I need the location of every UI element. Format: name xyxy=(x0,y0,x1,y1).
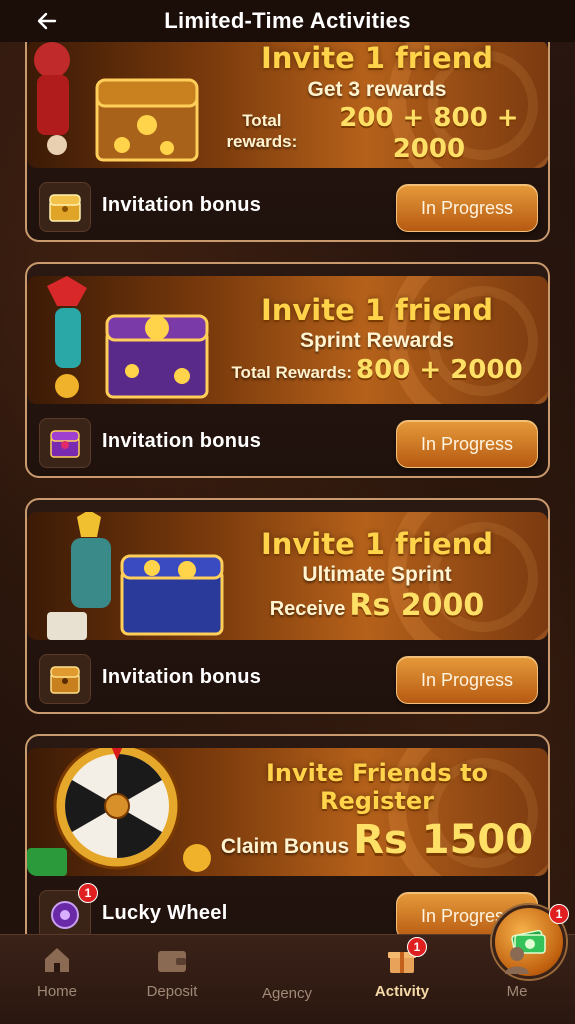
banner-subtitle: Get 3 rewards xyxy=(307,77,447,101)
gem-chest-icon xyxy=(39,418,91,468)
banner-subtitle: Ultimate Sprint xyxy=(302,563,452,587)
treasure-chest-art xyxy=(34,42,199,162)
back-arrow-icon xyxy=(37,12,57,30)
tab-label: Me xyxy=(506,983,528,1000)
home-icon xyxy=(40,943,74,977)
tab-label: Agency xyxy=(261,985,313,1002)
banner-subtitle: Claim Bonus xyxy=(220,834,350,858)
wallet-icon xyxy=(155,943,189,977)
tab-label: Activity xyxy=(374,983,430,1000)
activity-banner[interactable]: Invite 1 friend Sprint Rewards Total Rew… xyxy=(27,276,548,404)
tab-agency[interactable]: 1 Agency xyxy=(242,904,569,1005)
banner-total-label: Receive xyxy=(269,598,346,621)
header: Limited-Time Activities xyxy=(0,0,575,42)
banner-total-value: Rs 2000 xyxy=(349,588,485,624)
row-label: Invitation bonus xyxy=(102,666,262,688)
activity-row: Invitation bonus In Progress xyxy=(27,640,548,712)
activity-card[interactable]: Invite 1 friend Ultimate Sprint Receive … xyxy=(25,498,550,714)
tab-deposit[interactable]: Deposit xyxy=(127,943,217,1013)
gold-chest-icon xyxy=(39,182,91,232)
notification-badge: 1 xyxy=(549,904,569,924)
row-label: Invitation bonus xyxy=(102,430,262,452)
activity-card[interactable]: Invite 1 friend Sprint Rewards Total Rew… xyxy=(25,262,550,478)
in-progress-button[interactable]: In Progress xyxy=(396,656,538,704)
banner-subtitle: Sprint Rewards xyxy=(299,329,455,353)
treasure-chest-art xyxy=(47,276,209,399)
in-progress-button[interactable]: In Progress xyxy=(396,420,538,468)
activity-banner[interactable]: Invite 1 friend Get 3 rewards Total rewa… xyxy=(27,42,548,168)
notification-badge: 1 xyxy=(78,883,98,903)
tab-label: Deposit xyxy=(146,983,198,1000)
page-title: Limited-Time Activities xyxy=(164,8,411,33)
activity-card[interactable]: Invite 1 friend Get 3 rewards Total rewa… xyxy=(25,42,550,242)
tab-home[interactable]: Home xyxy=(12,943,102,1013)
banner-total-label: Total Rewards: xyxy=(231,362,353,382)
activity-row: Invitation bonus In Progress xyxy=(27,404,548,476)
activity-banner[interactable]: Invite Friends to Register Claim Bonus R… xyxy=(27,748,548,876)
banner-total-value: 200 + 800 + 2000 xyxy=(339,103,519,165)
back-button[interactable] xyxy=(32,6,62,36)
banner-total-label: Total rewards: xyxy=(226,111,298,151)
row-label: Lucky Wheel xyxy=(102,902,228,924)
banner-title: Invite 1 friend xyxy=(260,42,494,76)
notification-badge: 1 xyxy=(407,937,427,957)
banner-title: Invite 1 friend xyxy=(260,526,494,561)
lucky-wheel-art xyxy=(27,748,211,876)
activity-card[interactable]: Invite Friends to Register Claim Bonus R… xyxy=(25,734,550,934)
treasure-chest-art xyxy=(47,512,224,640)
tab-label: Home xyxy=(36,983,77,1000)
user-icon xyxy=(500,943,534,977)
activity-row: 1 Lucky Wheel In Progress xyxy=(27,876,548,934)
activities-list[interactable]: Invite 1 friend Get 3 rewards Total rewa… xyxy=(0,42,575,934)
tab-me[interactable]: Me xyxy=(472,943,562,1013)
banner-total-value: 800 + 2000 xyxy=(356,354,523,385)
activity-row: Invitation bonus In Progress xyxy=(27,168,548,240)
banner-total-value: Rs 1500 xyxy=(353,816,534,863)
lucky-wheel-icon: 1 xyxy=(39,883,98,934)
banner-title: Invite Friends to Register xyxy=(265,759,489,815)
banner-title: Invite 1 friend xyxy=(260,293,494,328)
in-progress-button[interactable]: In Progress xyxy=(396,184,538,232)
bottom-tab-bar: Home Deposit 1 Agency 1 Activity Me xyxy=(0,904,575,1024)
activity-banner[interactable]: Invite 1 friend Ultimate Sprint Receive … xyxy=(27,512,548,640)
gift-icon: 1 xyxy=(385,937,427,977)
tab-activity[interactable]: 1 Activity xyxy=(357,937,447,1013)
blue-chest-icon xyxy=(39,654,91,704)
row-label: Invitation bonus xyxy=(102,194,262,216)
